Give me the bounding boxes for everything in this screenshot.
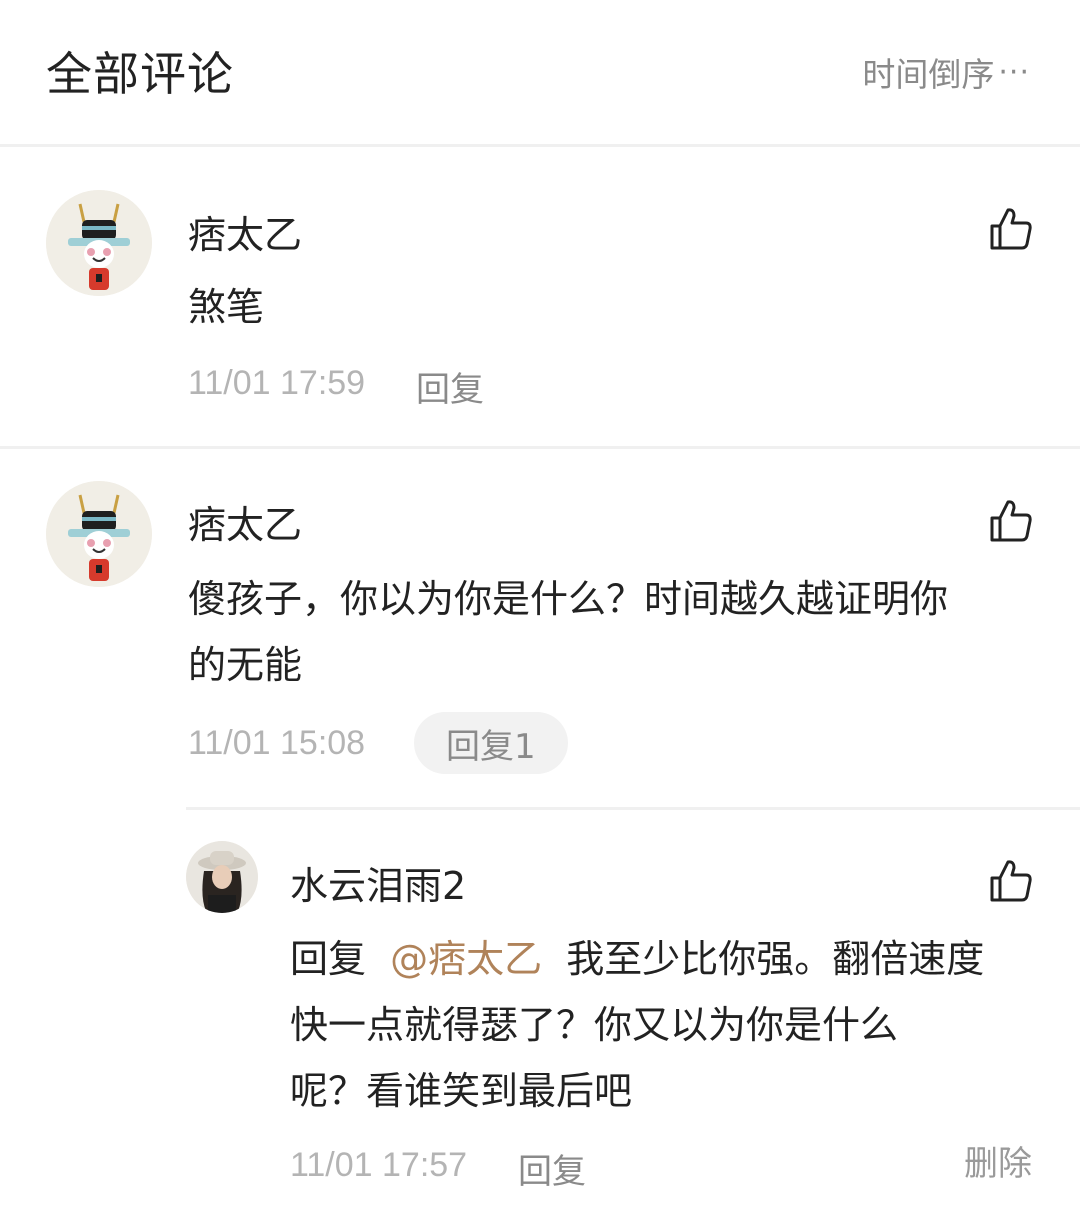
more-icon: ··· bbox=[998, 54, 1030, 90]
reply-divider bbox=[186, 807, 1080, 810]
girl-hat-avatar-icon bbox=[186, 841, 258, 913]
reply-text-line: 快一点就得瑟了？你又以为你是什么 bbox=[290, 1003, 899, 1047]
reply-count-button[interactable]: 回复1 bbox=[414, 712, 568, 774]
reply-text-line: 呢？看谁笑到最后吧 bbox=[290, 1069, 633, 1113]
comment-text-line: 傻孩子，你以为你是什么？时间越久越证明你 bbox=[188, 577, 949, 621]
comments-header: 全部评论 时间倒序 ··· bbox=[0, 0, 1080, 144]
opera-mask-avatar-icon bbox=[46, 481, 152, 587]
comment-divider bbox=[0, 446, 1080, 449]
comment-time: 11/01 17:59 bbox=[188, 364, 366, 402]
comment-time: 11/01 15:08 bbox=[188, 724, 366, 762]
avatar[interactable] bbox=[46, 481, 152, 587]
header-divider bbox=[0, 144, 1080, 147]
mention-link[interactable]: @痞太乙 bbox=[390, 937, 542, 981]
thumbs-up-icon[interactable] bbox=[988, 498, 1034, 544]
comment-username[interactable]: 痞太乙 bbox=[188, 494, 302, 549]
reply-time: 11/01 17:57 bbox=[290, 1146, 468, 1184]
reply-text-line: 回复 @痞太乙 我至少比你强。翻倍速度 bbox=[290, 926, 1050, 992]
reply-button[interactable]: 回复 bbox=[416, 362, 484, 411]
comment-text: 傻孩子，你以为你是什么？时间越久越证明你 的无能 bbox=[188, 566, 1038, 698]
reply-text-segment: 我至少比你强。翻倍速度 bbox=[566, 937, 985, 981]
reply-prefix: 回复 bbox=[290, 937, 367, 981]
avatar[interactable] bbox=[46, 190, 152, 296]
comment-username[interactable]: 痞太乙 bbox=[188, 204, 302, 259]
delete-button[interactable]: 删除 bbox=[964, 1136, 1032, 1185]
opera-mask-avatar-icon bbox=[46, 190, 152, 296]
sort-label: 时间倒序 bbox=[862, 55, 995, 94]
reply-username[interactable]: 水云泪雨2 bbox=[290, 855, 466, 910]
reply-text: 回复 @痞太乙 我至少比你强。翻倍速度 快一点就得瑟了？你又以为你是什么 呢？看… bbox=[290, 926, 1050, 1124]
thumbs-up-icon[interactable] bbox=[988, 858, 1034, 904]
avatar[interactable] bbox=[186, 841, 258, 913]
page-title: 全部评论 bbox=[46, 47, 234, 101]
comment-text-line: 的无能 bbox=[188, 643, 303, 687]
reply-button[interactable]: 回复 bbox=[518, 1144, 586, 1193]
comment-text: 煞笔 bbox=[188, 285, 265, 329]
thumbs-up-icon[interactable] bbox=[988, 206, 1034, 252]
sort-toggle[interactable]: 时间倒序 ··· bbox=[862, 48, 1030, 96]
